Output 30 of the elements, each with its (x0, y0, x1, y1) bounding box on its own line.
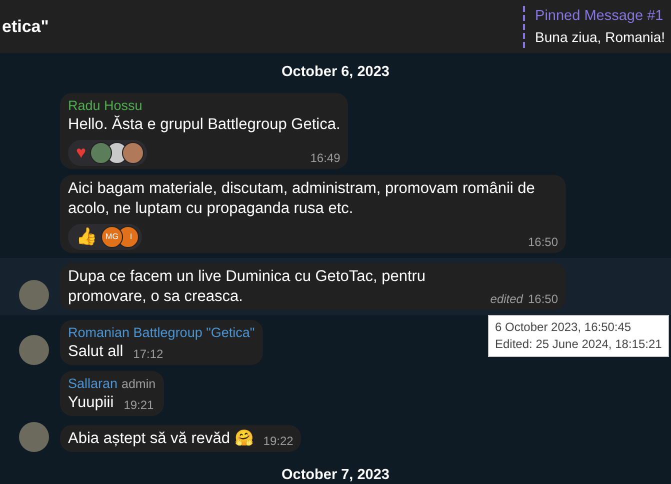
chat-title: etica" (2, 16, 49, 38)
tooltip-line: Edited: 25 June 2024, 18:15:21 (495, 336, 662, 353)
reaction-chip[interactable]: 👍 MG I (68, 224, 142, 250)
author-name[interactable]: Romanian Battlegroup "Getica" (68, 324, 255, 342)
author-name[interactable]: Radu Hossu (68, 96, 142, 115)
role-label: admin (122, 376, 156, 393)
voter-avatar: MG (101, 226, 123, 248)
message-time: 19:21 (124, 398, 154, 412)
tooltip-line: 6 October 2023, 16:50:45 (495, 319, 632, 336)
message-text: Yuupiii (68, 394, 114, 411)
edited-label: edited (490, 292, 523, 306)
message-text: Aici bagam materiale, discutam, administram, promovam românii de acolo, ne luptam cu propaganda rusa etc. (68, 180, 535, 217)
pinned-message[interactable]: Pinned Message #1 Buna ziua, Romania! (523, 6, 671, 48)
pinned-text: Buna ziua, Romania! (535, 28, 665, 46)
message-text: Abia aștept să vă revăd 🤗 (68, 430, 254, 447)
voter-avatar (90, 142, 112, 164)
message-time: 16:50 (528, 292, 558, 306)
author-name[interactable]: Sallaran (68, 374, 118, 393)
message-text: Dupa ce facem un live Duminica cu GetoTac, pentru promovare, o sa creasca. (68, 268, 426, 305)
message-time: 16:50 (528, 234, 558, 249)
message-text: Hello. Ăsta e grupul Battlegroup Getica. (68, 116, 340, 133)
voter-avatar (122, 142, 144, 164)
reaction-emoji: ♥ (76, 142, 86, 164)
pinned-label: Pinned Message #1 (535, 6, 664, 26)
message-time: 19:22 (263, 434, 294, 448)
message-text: Salut all (68, 342, 124, 360)
message-time: 16:49 (310, 150, 340, 165)
reaction-chip[interactable]: ♥ (68, 140, 148, 166)
message-time: 17:12 (133, 346, 164, 361)
reaction-emoji: 👍 (76, 226, 97, 248)
